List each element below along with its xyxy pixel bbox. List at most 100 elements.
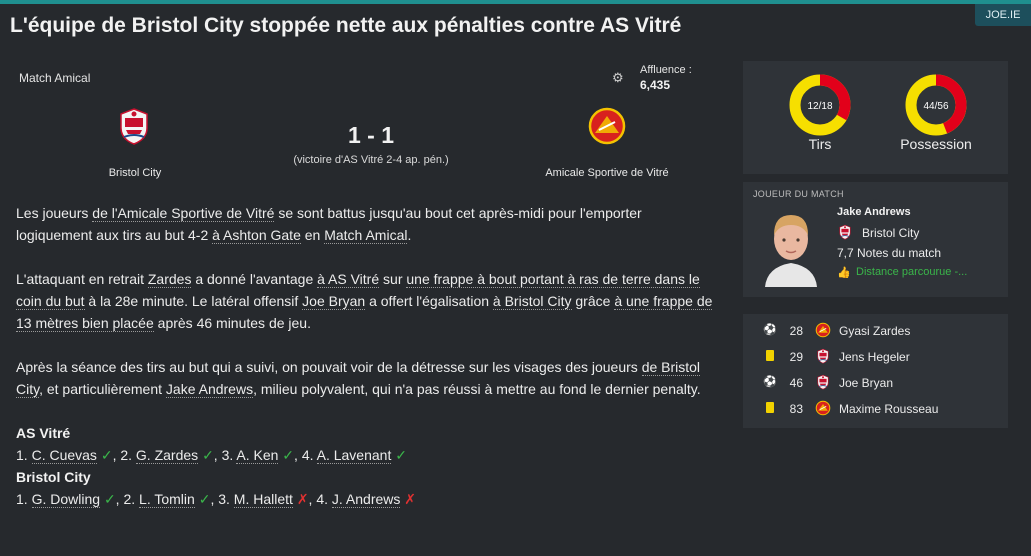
- motm-rating: 7,7 Notes du match: [837, 246, 942, 260]
- text: , milieu polyvalent, qui n'a pas réussi …: [253, 381, 701, 397]
- player-of-match-panel[interactable]: JOUEUR DU MATCH Jake Andrews Bristol Cit…: [743, 182, 1008, 297]
- text: en: [300, 227, 325, 243]
- possession-ring[interactable]: 44/56: [904, 73, 968, 137]
- penalty-shootout: AS Vitré 1. C. Cuevas ✓, 2. G. Zardes ✓, …: [16, 422, 716, 510]
- text: grâce: [571, 293, 615, 309]
- kicker-link[interactable]: G. Zardes: [135, 447, 199, 464]
- bristol-city-crest-icon: [817, 348, 829, 364]
- text: L'attaquant en retrait: [16, 271, 148, 287]
- scored-check-icon: ✓: [100, 447, 113, 463]
- motm-player-name[interactable]: Jake Andrews: [837, 206, 911, 218]
- away-team-name[interactable]: Amicale Sportive de Vitré: [507, 167, 707, 179]
- kicker-link[interactable]: M. Hallett: [233, 491, 293, 508]
- competition-label[interactable]: Match Amical: [19, 71, 90, 85]
- kick-number: 1.: [16, 447, 32, 463]
- event-player[interactable]: Maxime Rousseau: [839, 402, 938, 416]
- stadium-link[interactable]: à Ashton Gate: [212, 227, 301, 244]
- text: sur: [379, 271, 407, 287]
- paragraph-3: Après la séance des tirs au but qui a su…: [16, 356, 716, 400]
- event-minute: 46: [789, 376, 803, 390]
- kicker-link[interactable]: A. Lavenant: [316, 447, 392, 464]
- text: .: [407, 227, 412, 243]
- match-events-panel: ⚽ 28 Gyasi Zardes 29 Jens Hegeler ⚽ 46 Joe Brya…: [743, 314, 1008, 428]
- home-team-name[interactable]: Bristol City: [35, 167, 235, 179]
- kick-number: 4.: [301, 447, 317, 463]
- kicker-link[interactable]: J. Andrews: [331, 491, 401, 508]
- motm-header: JOUEUR DU MATCH: [753, 189, 844, 199]
- team-link[interactable]: à Bristol City: [492, 293, 572, 310]
- scored-check-icon: ✓: [395, 447, 407, 463]
- missed-cross-icon: ✗: [404, 491, 417, 507]
- source-badge[interactable]: JOE.IE: [975, 4, 1031, 26]
- event-row[interactable]: ⚽ 46 Joe Bryan: [743, 370, 1008, 396]
- kick-number: 2.: [120, 447, 136, 463]
- player-link[interactable]: Jake Andrews: [165, 381, 254, 398]
- event-row[interactable]: 29 Jens Hegeler: [743, 344, 1008, 370]
- ball-icon: ⚽: [763, 324, 777, 336]
- match-score: 1 - 1: [347, 122, 395, 148]
- event-row[interactable]: ⚽ 28 Gyasi Zardes: [743, 318, 1008, 344]
- event-player[interactable]: Joe Bryan: [839, 376, 893, 390]
- player-photo[interactable]: [759, 207, 823, 287]
- text: Après la séance des tirs au but qui a su…: [16, 359, 642, 375]
- kick-number: 2.: [123, 491, 140, 507]
- match-report-panel: Match Amical ⚙ Affluence : 6,435 Bristol…: [8, 58, 730, 548]
- bristol-city-crest-icon: [817, 374, 829, 390]
- shots-label: Tirs: [808, 136, 832, 152]
- text: après 46 minutes de jeu.: [153, 315, 311, 331]
- text: Les joueurs: [16, 205, 93, 221]
- kick-number: 1.: [16, 491, 32, 507]
- shootout-team-name[interactable]: Bristol City: [16, 466, 716, 488]
- scored-check-icon: ✓: [202, 447, 214, 463]
- separator: ,: [294, 447, 302, 463]
- player-link[interactable]: Joe Bryan: [302, 293, 366, 310]
- kicker-link[interactable]: G. Dowling: [31, 491, 101, 508]
- possession-value: 44/56: [923, 101, 948, 112]
- ball-icon: ⚽: [763, 376, 777, 388]
- stadium-icon: ⚙: [612, 70, 624, 85]
- match-article: Les joueurs de l'Amicale Sportive de Vit…: [16, 202, 716, 510]
- event-player[interactable]: Jens Hegeler: [839, 350, 910, 364]
- text: à la 28e minute. Le latéral offensif: [84, 293, 303, 309]
- yellow-card-icon: [766, 402, 774, 413]
- attendance-label: Affluence :: [640, 64, 692, 76]
- scored-check-icon: ✓: [282, 447, 295, 463]
- away-team-crest[interactable]: [587, 106, 627, 146]
- motm-club-name[interactable]: Bristol City: [862, 226, 919, 240]
- kicker-link[interactable]: C. Cuevas: [31, 447, 97, 464]
- team-link[interactable]: à AS Vitré: [317, 271, 380, 288]
- shootout-kicks: 1. G. Dowling ✓, 2. L. Tomlin ✓, 3. M. H…: [16, 488, 716, 510]
- match-stats-panel: 12/18 Tirs 44/56 Possession: [743, 61, 1008, 174]
- event-player[interactable]: Gyasi Zardes: [839, 324, 910, 338]
- kicker-link[interactable]: A. Ken: [236, 447, 279, 464]
- separator: ,: [213, 447, 222, 463]
- event-row[interactable]: 83 Maxime Rousseau: [743, 396, 1008, 422]
- player-link[interactable]: Zardes: [147, 271, 192, 288]
- penalty-note: (victoire d'AS Vitré 2-4 ap. pén.): [293, 154, 449, 166]
- missed-cross-icon: ✗: [296, 491, 309, 507]
- attendance-value: 6,435: [640, 78, 671, 92]
- scored-check-icon: ✓: [103, 491, 116, 507]
- shootout-kicks: 1. C. Cuevas ✓, 2. G. Zardes ✓, 3. A. Ke…: [16, 444, 716, 466]
- kicker-link[interactable]: L. Tomlin: [139, 491, 195, 508]
- title-bar: L'équipe de Bristol City stoppée nette a…: [0, 4, 1031, 46]
- possession-label: Possession: [900, 136, 972, 152]
- bristol-city-crest-icon: [839, 224, 851, 240]
- kick-number: 3.: [218, 491, 234, 507]
- yellow-card-icon: [766, 350, 774, 361]
- shots-value: 12/18: [807, 101, 832, 112]
- home-team-crest[interactable]: [114, 106, 154, 146]
- text: , et particulièrement: [39, 381, 166, 397]
- scored-check-icon: ✓: [198, 491, 211, 507]
- motm-distance: Distance parcourue -...: [856, 266, 968, 278]
- paragraph-1: Les joueurs de l'Amicale Sportive de Vit…: [16, 202, 716, 246]
- shootout-team-name[interactable]: AS Vitré: [16, 422, 716, 444]
- event-minute: 83: [789, 402, 803, 416]
- competition-link[interactable]: Match Amical: [324, 227, 408, 244]
- as-vitre-crest-icon: [815, 322, 831, 338]
- team-link[interactable]: de l'Amicale Sportive de Vitré: [92, 205, 275, 222]
- event-minute: 28: [789, 324, 803, 338]
- shots-ring[interactable]: 12/18: [788, 73, 852, 137]
- event-minute: 29: [789, 350, 803, 364]
- paragraph-2: L'attaquant en retrait Zardes a donné l'…: [16, 268, 716, 334]
